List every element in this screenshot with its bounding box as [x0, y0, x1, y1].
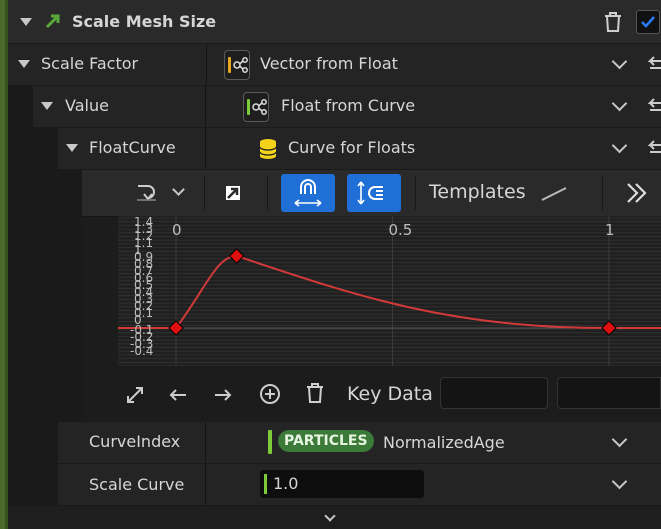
- arrow-left-icon[interactable]: [167, 384, 189, 406]
- collapse-arrow-icon[interactable]: [20, 18, 32, 26]
- scale-curve-label: Scale Curve: [89, 475, 185, 494]
- type-color-bar: [247, 99, 250, 115]
- templates-label[interactable]: Templates: [429, 181, 526, 203]
- type-color-bar: [268, 430, 272, 454]
- key-value-input[interactable]: [557, 377, 661, 409]
- magnet-horizontal-icon: [294, 179, 322, 207]
- checkmark-icon: [641, 16, 655, 28]
- particles-namespace-badge: PARTICLES: [278, 430, 374, 452]
- reset-arrow-icon[interactable]: [646, 140, 661, 158]
- linear-template-icon[interactable]: [540, 184, 568, 202]
- dynamic-input-button[interactable]: [243, 92, 269, 122]
- dynamic-input-button[interactable]: [224, 50, 250, 80]
- column-divider: [205, 128, 206, 170]
- module-header[interactable]: Scale Mesh Size: [8, 0, 661, 44]
- column-divider: [205, 422, 206, 464]
- scale-curve-input[interactable]: 1.0: [260, 470, 424, 498]
- curve-index-label: CurveIndex: [89, 432, 181, 451]
- value-row: Value Float from Curve: [33, 86, 661, 128]
- node-share-icon: [252, 99, 267, 115]
- dropdown-chevron-icon[interactable]: [611, 473, 628, 490]
- toolbar-divider: [602, 176, 603, 210]
- float-curve-value[interactable]: Curve for Floats: [288, 138, 415, 157]
- x-tick-label: 0: [172, 221, 182, 239]
- toolbar-divider: [415, 176, 416, 210]
- dropdown-chevron-icon[interactable]: [611, 137, 628, 154]
- x-tick-label: 0.5: [388, 221, 413, 239]
- scale-curve-value[interactable]: 1.0: [273, 474, 298, 493]
- add-key-icon[interactable]: [258, 382, 282, 406]
- type-color-bar: [264, 474, 267, 494]
- expand-arrow-icon[interactable]: [41, 102, 53, 110]
- toolbar-divider: [204, 176, 205, 210]
- column-divider: [206, 44, 207, 86]
- delete-key-icon[interactable]: [304, 381, 326, 405]
- curve-toolbar: Templates: [82, 170, 661, 217]
- open-external-icon[interactable]: [222, 182, 244, 204]
- key-toolbar: Key Data: [82, 370, 661, 422]
- enable-checkbox[interactable]: [636, 10, 660, 34]
- reset-arrow-icon[interactable]: [646, 98, 661, 116]
- y-tick-label: -0.4: [130, 344, 154, 358]
- reset-arrow-icon[interactable]: [646, 56, 661, 74]
- x-tick-label: 1: [605, 221, 615, 239]
- key-data-label: Key Data: [347, 383, 433, 405]
- curve-graph[interactable]: 0 0.5 1 1.4 1.3 1.2 1.1 1 0.9 0.8 0.7 0.6 0.5 0.4 0.3…: [118, 216, 661, 366]
- advanced-expander[interactable]: [8, 506, 661, 529]
- column-divider: [205, 464, 206, 506]
- expand-arrow-icon[interactable]: [18, 60, 30, 68]
- magnet-vertical-icon: [357, 181, 383, 205]
- column-divider: [205, 86, 206, 128]
- dropdown-chevron-icon[interactable]: [611, 431, 628, 448]
- chevron-down-icon[interactable]: [172, 183, 185, 196]
- scale-factor-label: Scale Factor: [41, 54, 139, 73]
- chevron-double-right-icon[interactable]: [624, 180, 650, 206]
- dropdown-chevron-icon[interactable]: [611, 95, 628, 112]
- float-curve-label: FloatCurve: [89, 138, 176, 157]
- arrow-up-right-icon: [45, 14, 60, 29]
- scale-curve-row: Scale Curve 1.0: [58, 464, 661, 506]
- curve-index-value[interactable]: NormalizedAge: [383, 433, 505, 452]
- fit-view-icon[interactable]: [124, 384, 146, 406]
- node-share-icon: [233, 57, 248, 73]
- value-value[interactable]: Float from Curve: [281, 96, 415, 115]
- scale-factor-row: Scale Factor Vector from Float: [8, 44, 661, 86]
- snap-vertical-button[interactable]: [347, 174, 401, 212]
- dropdown-chevron-icon[interactable]: [611, 53, 628, 70]
- expand-arrow-icon[interactable]: [66, 144, 78, 152]
- chevron-down-icon[interactable]: [324, 510, 336, 522]
- float-curve-row: FloatCurve Curve for Floats: [58, 128, 661, 170]
- module-title: Scale Mesh Size: [72, 12, 217, 31]
- snap-horizontal-button[interactable]: [281, 174, 335, 212]
- scale-factor-value[interactable]: Vector from Float: [260, 54, 398, 73]
- toolbar-divider: [267, 176, 268, 210]
- key-time-input[interactable]: [440, 377, 548, 409]
- trash-icon[interactable]: [602, 10, 624, 34]
- database-icon: [259, 139, 277, 159]
- value-label: Value: [65, 96, 109, 115]
- arrow-right-icon[interactable]: [212, 384, 234, 406]
- curve-editor-panel: Templates 0 0.5 1 1.4 1.3 1.2 1.1 1 0.9 0.8 0.7 0.…: [82, 170, 661, 422]
- curve-index-row: CurveIndex PARTICLES NormalizedAge: [58, 422, 661, 464]
- curve-select-icon[interactable]: [134, 180, 160, 206]
- type-color-bar: [228, 57, 231, 73]
